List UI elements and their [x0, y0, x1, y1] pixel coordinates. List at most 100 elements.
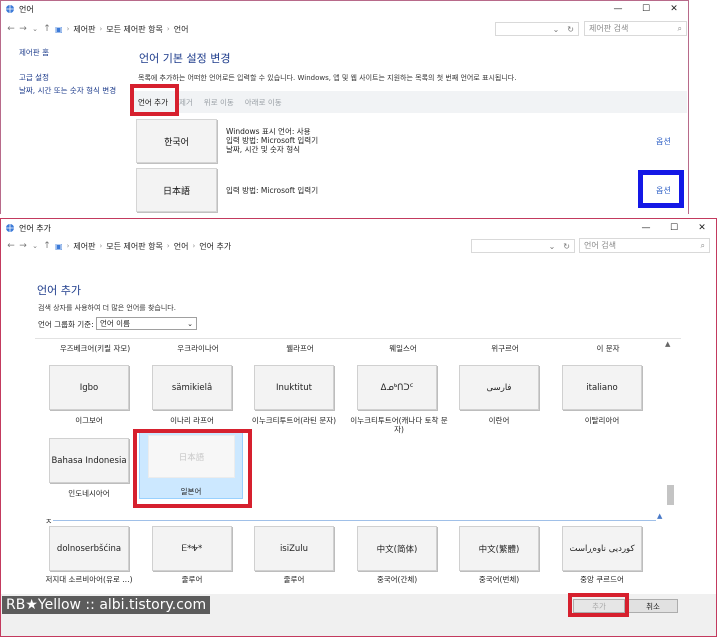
collapse-section-icon[interactable]: ▲	[657, 512, 662, 520]
remove-button[interactable]: 제거	[179, 97, 193, 108]
window-controls: — ☐ ✕	[632, 220, 716, 236]
scroll-up-icon[interactable]: ▲	[665, 340, 670, 348]
search-placeholder: 제어판 검색	[589, 24, 629, 33]
minimize-icon[interactable]: —	[604, 1, 632, 17]
back-icon[interactable]: ←	[5, 241, 17, 251]
window-title: 언어	[19, 4, 34, 14]
sidebar-link-datetime[interactable]: 날짜, 시간 또는 숫자 형식 변경	[19, 85, 116, 96]
language-tile[interactable]: Inuktitut	[254, 365, 334, 410]
language-tile[interactable]: Igbo	[49, 365, 129, 410]
address-bar-controls: ⌄ ↻	[471, 239, 575, 253]
language-caption: 중국어(간체)	[376, 575, 418, 584]
breadcrumb-item[interactable]: 제어판	[73, 24, 95, 35]
breadcrumb: ▣ › 제어판 › 모든 제어판 항목 › 언어 › 언어 추가	[55, 241, 232, 252]
language-caption: 이나리 라프어	[170, 416, 214, 425]
add-button[interactable]: 추가	[573, 599, 625, 613]
sidebar-link-home[interactable]: 제어판 홈	[19, 47, 49, 58]
breadcrumb-item[interactable]: 언어	[174, 241, 189, 252]
page-title: 언어 추가	[37, 284, 81, 297]
page-title: 언어 기본 설정 변경	[139, 52, 231, 65]
dropdown-icon[interactable]: ⌄	[549, 242, 556, 251]
language-caption-selected: 일본어	[180, 487, 202, 496]
dropdown-icon[interactable]: ⌄	[553, 25, 560, 34]
language-tile[interactable]: dolnoserbšćina	[49, 526, 129, 571]
language-tile[interactable]: Bahasa Indonesia	[49, 438, 129, 483]
language-tile[interactable]: فارسی	[459, 365, 539, 410]
search-input[interactable]: 언어 검색 ⌕	[579, 238, 710, 253]
up-icon[interactable]: ↑	[41, 241, 53, 251]
control-panel-icon: ▣	[55, 241, 63, 251]
language-info-korean: Windows 표시 언어: 사용 입력 방법: Microsoft 입력기 날…	[226, 127, 318, 154]
language-caption: 이누크티투트어(라틴 문자)	[251, 416, 337, 425]
language-caption: 중국어(번체)	[478, 575, 520, 584]
sidebar-link-advanced[interactable]: 고급 설정	[19, 72, 49, 83]
language-tile[interactable]: 中文(繁體)	[459, 526, 539, 571]
language-caption: 저지대 소르비아어(유로 …)	[45, 575, 133, 584]
language-tile-japanese[interactable]: 日本語	[136, 168, 217, 212]
language-toolbar: 언어 추가 제거 위로 이동 아래로 이동	[134, 91, 687, 113]
column-header: 이 문자	[596, 344, 620, 353]
column-header: 우즈베크어(키릴 자모)	[59, 344, 131, 353]
maximize-icon[interactable]: ☐	[660, 220, 688, 236]
cancel-button[interactable]: 취소	[628, 599, 678, 613]
recent-chevron-icon[interactable]: ⌄	[29, 242, 41, 250]
info-line: Windows 표시 언어: 사용	[226, 127, 311, 136]
info-line: 입력 방법: Microsoft 입력기	[226, 136, 319, 145]
search-placeholder: 언어 검색	[584, 241, 616, 250]
breadcrumb-item[interactable]: 제어판	[73, 241, 95, 252]
page-description: 목록에 추가하는 어떠한 언어로든 입력할 수 있습니다. Windows, 앱…	[138, 74, 517, 82]
options-link-korean[interactable]: 옵션	[656, 136, 671, 147]
watermark: RB★Yellow :: albi.tistory.com	[2, 596, 211, 614]
control-panel-icon: ▣	[55, 24, 63, 34]
breadcrumb-item[interactable]: 모든 제어판 항목	[106, 241, 163, 252]
search-input[interactable]: 제어판 검색 ⌕	[584, 21, 687, 36]
close-icon[interactable]: ✕	[688, 220, 716, 236]
recent-chevron-icon[interactable]: ⌄	[29, 25, 41, 33]
language-tile[interactable]: کوردیی ناوەڕاست	[562, 526, 642, 571]
window-controls: — ☐ ✕	[604, 1, 688, 17]
breadcrumb-item[interactable]: 언어 추가	[199, 241, 231, 252]
scrollbar-thumb[interactable]	[667, 485, 674, 505]
language-app-icon	[6, 5, 14, 13]
column-header: 위구르어	[491, 344, 519, 353]
breadcrumb: ▣ › 제어판 › 모든 제어판 항목 › 언어	[55, 24, 189, 35]
refresh-icon[interactable]: ↻	[567, 25, 574, 34]
up-icon[interactable]: ↑	[41, 24, 53, 34]
language-caption: 중앙 쿠르드어	[580, 575, 624, 584]
maximize-icon[interactable]: ☐	[632, 1, 660, 17]
info-line: 입력 방법: Microsoft 입력기	[226, 186, 319, 195]
language-tile[interactable]: 中文(简体)	[357, 526, 437, 571]
language-caption: 인도네시아어	[68, 489, 110, 498]
language-tile[interactable]: sämikielâ	[152, 365, 232, 410]
group-by-value: 언어 이름	[100, 319, 130, 328]
language-tile[interactable]: isiZulu	[254, 526, 334, 571]
language-info-japanese: 입력 방법: Microsoft 입력기	[226, 186, 318, 195]
move-down-button[interactable]: 아래로 이동	[245, 97, 282, 108]
language-caption: 이그보어	[75, 416, 103, 425]
title-bar: 언어	[1, 1, 688, 17]
search-icon: ⌕	[677, 23, 682, 33]
language-tile-korean[interactable]: 한국어	[136, 119, 217, 163]
language-tile-selected[interactable]: 日本語	[148, 435, 235, 478]
refresh-icon[interactable]: ↻	[563, 242, 570, 251]
breadcrumb-item[interactable]: 언어	[174, 24, 189, 35]
group-by-label: 언어 그룹화 기준:	[38, 320, 94, 329]
language-tile[interactable]: ᐃᓄᒃᑎᑐᑦ	[357, 365, 437, 410]
back-icon[interactable]: ←	[5, 24, 17, 34]
group-by-select[interactable]: 언어 이름 ⌄	[96, 317, 197, 330]
column-header: 웨일스어	[389, 344, 417, 353]
forward-icon[interactable]: →	[17, 24, 29, 34]
add-language-button[interactable]: 언어 추가	[138, 97, 168, 108]
search-hint: 검색 상자를 사용하여 더 많은 언어를 찾습니다.	[38, 304, 176, 312]
language-tile[interactable]: italiano	[562, 365, 642, 410]
forward-icon[interactable]: →	[17, 241, 29, 251]
breadcrumb-item[interactable]: 모든 제어판 항목	[106, 24, 163, 35]
column-header: 웰라프어	[286, 344, 314, 353]
section-divider	[53, 520, 656, 521]
language-tile[interactable]: Ꭼ*Ꭽ*	[152, 526, 232, 571]
close-icon[interactable]: ✕	[660, 1, 688, 17]
minimize-icon[interactable]: —	[632, 220, 660, 236]
options-link-japanese[interactable]: 옵션	[656, 185, 671, 196]
move-up-button[interactable]: 위로 이동	[204, 97, 234, 108]
language-caption: 줄루어	[283, 575, 305, 584]
